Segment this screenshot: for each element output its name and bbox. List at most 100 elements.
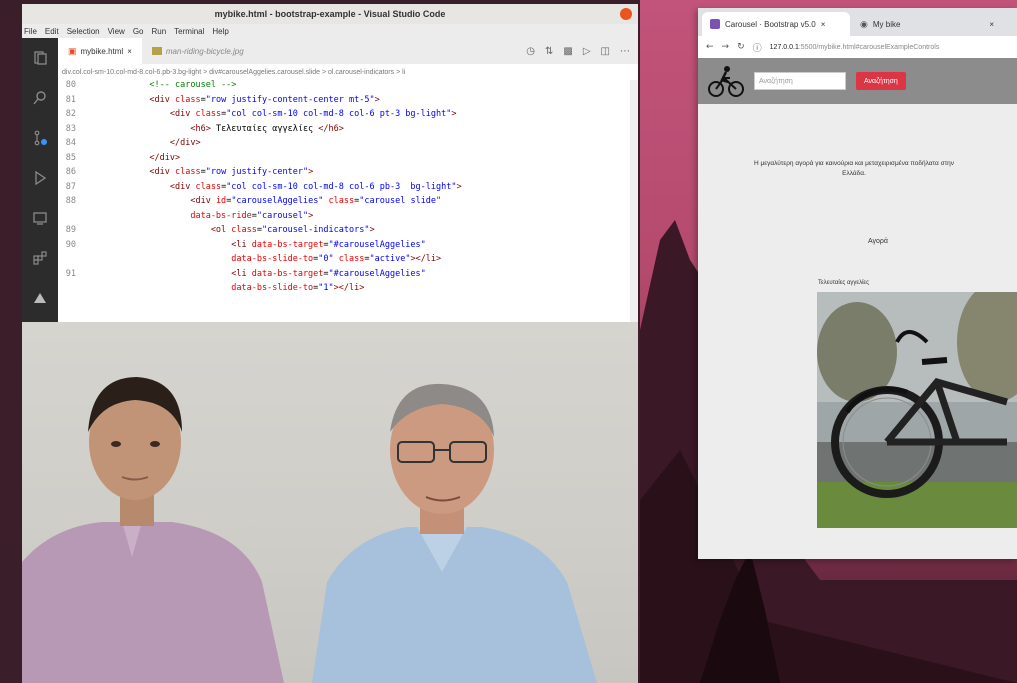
code-text: data-bs-slide-to="0" class="active"></li… [88,254,442,264]
code-line[interactable]: data-bs-ride="carousel"> [58,211,638,226]
code-line[interactable]: 86 <div class="row justify-center"> [58,167,638,182]
more-actions-icon[interactable]: ⋯ [620,46,630,57]
editor-scrollbar[interactable] [630,80,638,322]
tab-mybike-html[interactable]: ▣ mybike.html × [58,38,142,64]
carousel[interactable] [817,292,1017,528]
code-text: <!-- carousel --> [149,80,237,90]
tab-title: Carousel · Bootstrap v5.0 [725,19,816,29]
line-number: 83 [65,123,76,134]
menu-file[interactable]: File [24,27,37,36]
code-line[interactable]: 81 <div class="row justify-content-cente… [58,95,638,110]
code-text: <div class="row justify-content-center m… [88,94,380,105]
code-text: <ol class="carousel-indicators"> [88,225,375,235]
timeline-icon[interactable]: ◷ [526,46,535,57]
info-icon[interactable]: ⓘ [753,41,762,54]
explorer-icon[interactable] [22,38,58,78]
azure-icon[interactable] [22,278,58,318]
image-file-icon [151,47,162,55]
code-line[interactable]: 89 <ol class="carousel-indicators"> [58,225,638,240]
code-line[interactable]: 84 </div> [58,138,638,153]
run-icon[interactable]: ▷ [583,46,591,57]
site-navbar: Αναζήτηση Αναζήτηση [698,58,1017,104]
right-presenter [312,383,597,683]
bootstrap-favicon-icon [710,19,720,29]
code-line[interactable]: data-bs-slide-to="1"></li> [58,283,638,298]
code-line[interactable]: 85 </div> [58,153,638,168]
breadcrumb[interactable]: div.col.col-sm-10.col-md-8.col-6.pb-3.bg… [58,64,638,80]
search-icon[interactable] [22,78,58,118]
code-editor[interactable]: 80 <!-- carousel --> 81 <div class="row j… [58,80,638,322]
close-window-button[interactable] [620,8,632,20]
line-number: 86 [65,167,76,177]
close-tab-icon[interactable]: × [989,20,994,29]
code-text: <li data-bs-target="#carouselAggelies" [88,268,426,279]
bike-logo-icon[interactable] [708,64,744,98]
menu-view[interactable]: View [108,27,125,36]
code-text: <div class="col col-sm-10 col-md-8 col-6… [88,109,457,119]
tab-image-file[interactable]: man-riding-bicycle.jpg [142,38,254,64]
extensions-icon[interactable] [22,238,58,278]
browser-tab-bootstrap[interactable]: Carousel · Bootstrap v5.0 × [702,12,850,36]
vscode-titlebar: mybike.html - bootstrap-example - Visual… [22,4,638,24]
html-file-icon: ▣ [68,45,77,56]
back-arrow-icon[interactable]: ← [706,42,714,52]
close-tab-icon[interactable]: × [821,20,826,29]
forward-arrow-icon[interactable]: → [722,42,730,52]
tab-label: mybike.html [80,46,124,56]
globe-icon: ◉ [860,18,868,29]
remote-explorer-icon[interactable] [22,198,58,238]
menu-selection[interactable]: Selection [67,27,100,36]
menu-help[interactable]: Help [212,27,228,36]
code-line[interactable]: 83 <h6> Τελευταίες αγγελίες </h6> [58,124,638,139]
code-text: <h6> Τελευταίες αγγελίες </h6> [88,123,344,134]
close-tab-icon[interactable]: × [127,47,132,56]
vscode-menubar: File Edit Selection View Go Run Terminal… [22,24,638,38]
line-number: 85 [65,152,76,163]
line-number [58,283,88,298]
search-button[interactable]: Αναζήτηση [856,72,906,90]
editor-actions: ◷ ⇅ ▩ ▷ ◫ ⋯ [526,38,638,64]
line-number: 88 [65,196,76,206]
code-text: </div> [88,152,181,163]
code-line[interactable]: 82 <div class="col col-sm-10 col-md-8 co… [58,109,638,124]
split-editor-icon[interactable]: ◫ [601,46,610,57]
menu-run[interactable]: Run [151,27,166,36]
code-text: <div class="col col-sm-10 col-md-8 col-6… [88,181,462,192]
code-text: </div> [88,138,201,148]
desktop: mybike.html - bootstrap-example - Visual… [0,0,1017,683]
code-line[interactable]: 87 <div class="col col-sm-10 col-md-8 co… [58,182,638,197]
code-line[interactable]: 90 <li data-bs-target="#carouselAggelies… [58,240,638,255]
code-line[interactable]: 88 <div id="carouselAggelies" class="car… [58,196,638,211]
code-line[interactable]: data-bs-slide-to="0" class="active"></li… [58,254,638,269]
left-presenter [22,377,284,683]
line-number: 89 [65,225,76,235]
carousel-heading: Τελευταίες αγγελίες [818,280,869,286]
code-line[interactable]: 80 <!-- carousel --> [58,80,638,95]
code-text: <div class="row justify-center"> [88,167,314,177]
preview-icon[interactable]: ▩ [563,46,572,57]
intro-text: Η μεγαλύτερη αγορά για καινούρια και μετ… [753,160,955,177]
menu-edit[interactable]: Edit [45,27,59,36]
code-text: data-bs-ride="carousel"> [88,210,314,221]
browser-tab-mybike[interactable]: ◉ My bike × [852,12,1002,36]
address-bar[interactable]: 127.0.0.1:5500/mybike.html#carouselExamp… [770,44,940,51]
line-number: 91 [65,268,76,279]
search-input[interactable]: Αναζήτηση [754,72,846,90]
webcam-video [22,322,638,683]
line-number: 84 [65,138,76,148]
reload-icon[interactable]: ↻ [737,42,745,52]
vscode-window: mybike.html - bootstrap-example - Visual… [22,4,638,322]
line-number [58,211,88,226]
tab-label: man-riding-bicycle.jpg [165,46,244,56]
buy-button[interactable]: Αγορά [868,238,888,245]
menu-terminal[interactable]: Terminal [174,27,204,36]
menu-go[interactable]: Go [133,27,144,36]
site-content: Η μεγαλύτερη αγορά για καινούρια και μετ… [698,104,1017,559]
code-line[interactable]: 91 <li data-bs-target="#carouselAggelies… [58,269,638,284]
presenters-image [22,377,597,683]
run-debug-icon[interactable] [22,158,58,198]
compare-icon[interactable]: ⇅ [545,46,553,57]
activity-bar [22,38,58,322]
vscode-title: mybike.html - bootstrap-example - Visual… [214,9,446,19]
source-control-icon[interactable] [22,118,58,158]
